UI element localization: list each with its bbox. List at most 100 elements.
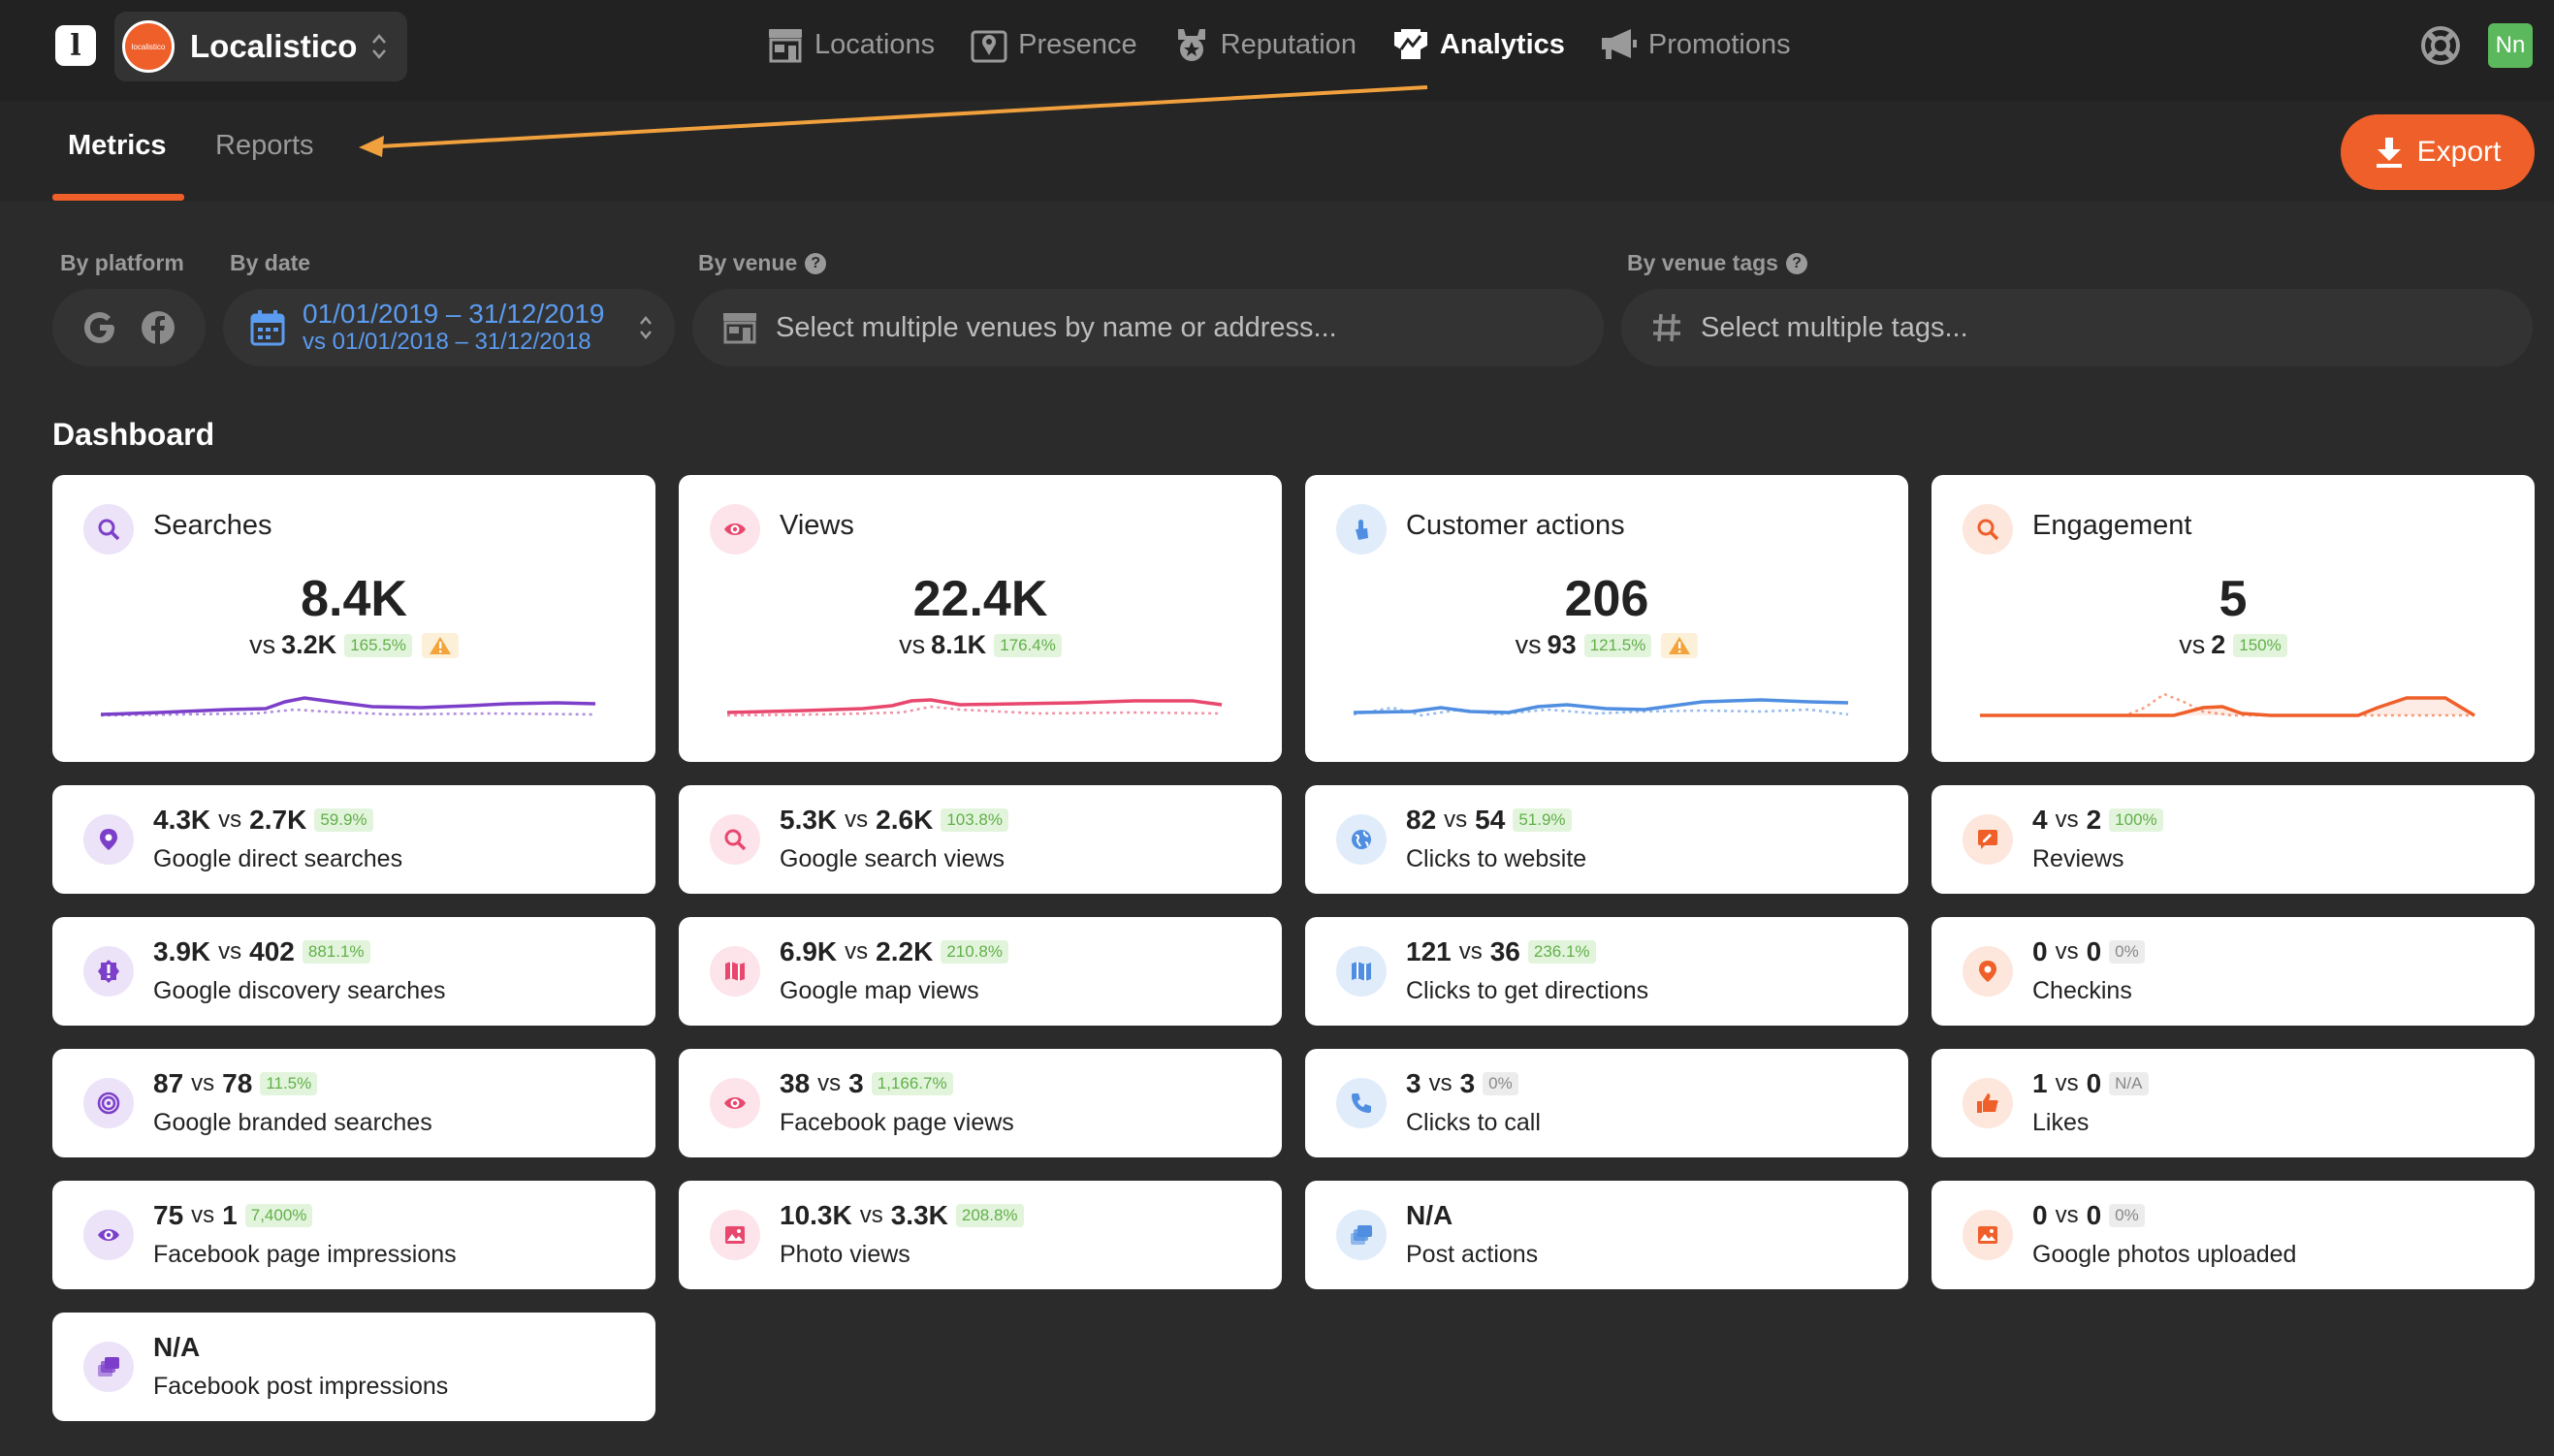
metric-current: 4.3K <box>153 805 211 835</box>
summary-comparison: vs 8.1K 176.4% <box>679 630 1282 660</box>
org-avatar: localistico <box>122 20 175 73</box>
metric-card[interactable]: 10.3K vs 3.3K 208.8% Photo views <box>679 1181 1282 1289</box>
summary-card[interactable]: Views 22.4K vs 8.1K 176.4% <box>679 475 1282 762</box>
summary-value: 8.4K <box>301 571 407 627</box>
metric-card[interactable]: 4.3K vs 2.7K 59.9% Google direct searche… <box>52 785 655 894</box>
location-pin-icon <box>100 829 117 850</box>
metric-previous: 402 <box>249 936 295 966</box>
metric-card[interactable]: 3 vs 3 0% Clicks to call <box>1305 1049 1908 1157</box>
metric-current: 121 <box>1406 936 1452 966</box>
help-icon[interactable]: ? <box>1785 252 1807 274</box>
metric-card[interactable]: 121 vs 36 236.1% Clicks to get direction… <box>1305 917 1908 1026</box>
metric-current: 6.9K <box>780 936 838 966</box>
help-icon[interactable]: ? <box>805 252 827 274</box>
date-filter[interactable]: 01/01/2019 – 31/12/2019 vs 01/01/2018 – … <box>223 289 675 366</box>
metric-card[interactable]: 38 vs 3 1,166.7% Facebook page views <box>679 1049 1282 1157</box>
target-icon <box>97 1092 120 1115</box>
tab-metrics[interactable]: Metrics <box>68 130 167 162</box>
metric-icon-badge <box>1336 946 1387 997</box>
date-range: 01/01/2019 – 31/12/2019 <box>303 299 605 329</box>
metric-card[interactable]: 1 vs 0 N/A Likes <box>1931 1049 2535 1157</box>
metric-icon-badge <box>1336 1078 1387 1128</box>
venue-search-input[interactable] <box>776 311 1551 344</box>
metric-current: 5.3K <box>780 805 838 835</box>
percent-change-badge: 165.5% <box>344 633 412 657</box>
metric-card[interactable]: 5.3K vs 2.6K 103.8% Google search views <box>679 785 1282 894</box>
vs-text: vs <box>218 938 242 965</box>
summary-card[interactable]: Engagement 5 vs 2 150% <box>1931 475 2535 762</box>
sparkline-chart <box>1980 692 2475 717</box>
metric-label: Google map views <box>780 977 979 1004</box>
metric-icon-badge <box>1963 814 2013 865</box>
metric-icon-badge <box>83 1342 134 1392</box>
percent-change-badge: 100% <box>2109 808 2163 832</box>
metric-card[interactable]: 82 vs 54 51.9% Clicks to website <box>1305 785 1908 894</box>
metric-current: 10.3K <box>780 1200 852 1230</box>
metric-values: 5.3K vs 2.6K 103.8% <box>780 805 1008 836</box>
eye-icon <box>724 523 746 535</box>
metric-card[interactable]: 4 vs 2 100% Reviews <box>1931 785 2535 894</box>
metric-icon-badge <box>710 1078 760 1128</box>
organization-switcher[interactable]: localistico Localistico <box>114 12 407 81</box>
nav-presence[interactable]: Presence <box>970 26 1137 63</box>
tab-reports[interactable]: Reports <box>215 130 314 162</box>
warning-icon[interactable] <box>421 632 459 658</box>
summary-card[interactable]: Searches 8.4K vs 3.2K 165.5% <box>52 475 655 762</box>
warning-icon[interactable] <box>1661 632 1699 658</box>
nav-analytics[interactable]: Analytics <box>1391 26 1565 63</box>
nav-locations[interactable]: Locations <box>766 26 935 63</box>
map-icon <box>1352 962 1371 981</box>
posts-icon <box>98 1357 119 1377</box>
metric-card[interactable]: 0 vs 0 0% Checkins <box>1931 917 2535 1026</box>
metric-card[interactable]: 75 vs 1 7,400% Facebook page impressions <box>52 1181 655 1289</box>
chevron-updown-icon <box>640 316 652 339</box>
percent-change-badge: 208.8% <box>955 1204 1024 1227</box>
tags-search-input[interactable] <box>1701 311 2476 344</box>
help-lifebuoy-icon[interactable] <box>2420 25 2461 66</box>
metric-label: Google direct searches <box>153 845 403 872</box>
sparkline-chart <box>727 698 1223 717</box>
export-button[interactable]: Export <box>2341 114 2535 190</box>
search-icon <box>98 519 120 541</box>
venue-filter-text: By venue <box>698 250 798 275</box>
metric-icon-badge <box>83 814 134 865</box>
nav-label: Reputation <box>1220 28 1357 60</box>
user-avatar[interactable]: Nn <box>2488 23 2533 68</box>
metric-label: Facebook page views <box>780 1109 1014 1136</box>
summary-comparison: vs 3.2K 165.5% <box>52 630 655 660</box>
metric-label: Google discovery searches <box>153 977 446 1004</box>
summary-card[interactable]: Customer actions 206 vs 93 121.5% <box>1305 475 1908 762</box>
percent-change-badge: 881.1% <box>302 940 370 964</box>
metric-previous: 0 <box>2086 936 2102 966</box>
metric-previous: 2.7K <box>249 805 307 835</box>
metric-card[interactable]: N/A Facebook post impressions <box>52 1313 655 1421</box>
vs-text: vs <box>1444 807 1468 833</box>
metric-card[interactable]: 87 vs 78 11.5% Google branded searches <box>52 1049 655 1157</box>
metric-card[interactable]: 0 vs 0 0% Google photos uploaded <box>1931 1181 2535 1289</box>
pin-icon <box>971 30 1007 63</box>
metric-icon-badge <box>710 946 760 997</box>
metric-label: Reviews <box>2032 845 2124 872</box>
vs-text: vs <box>845 807 869 833</box>
vs-text: vs <box>817 1070 842 1096</box>
app-logo[interactable]: l <box>55 25 96 66</box>
metric-card[interactable]: 3.9K vs 402 881.1% Google discovery sear… <box>52 917 655 1026</box>
percent-change-badge: 11.5% <box>260 1072 318 1095</box>
sparkline-chart <box>101 696 596 717</box>
summary-value: 22.4K <box>912 571 1048 627</box>
metric-card[interactable]: N/A Post actions <box>1305 1181 1908 1289</box>
facebook-icon[interactable] <box>139 308 177 347</box>
nav-reputation[interactable]: Reputation <box>1172 26 1357 63</box>
search-icon <box>724 829 747 851</box>
nav-promotions[interactable]: Promotions <box>1600 26 1791 63</box>
google-icon[interactable] <box>80 308 119 347</box>
metric-values: 4.3K vs 2.7K 59.9% <box>153 805 373 836</box>
summary-value: 206 <box>1564 571 1649 627</box>
percent-change-badge: 0% <box>1483 1072 1518 1095</box>
vs-text: vs <box>859 1202 883 1228</box>
metric-card[interactable]: 6.9K vs 2.2K 210.8% Google map views <box>679 917 1282 1026</box>
metric-current: N/A <box>1406 1200 1453 1230</box>
vs-text: vs <box>249 630 276 659</box>
metric-previous: 3 <box>848 1068 864 1098</box>
metric-icon-badge <box>1336 814 1387 865</box>
